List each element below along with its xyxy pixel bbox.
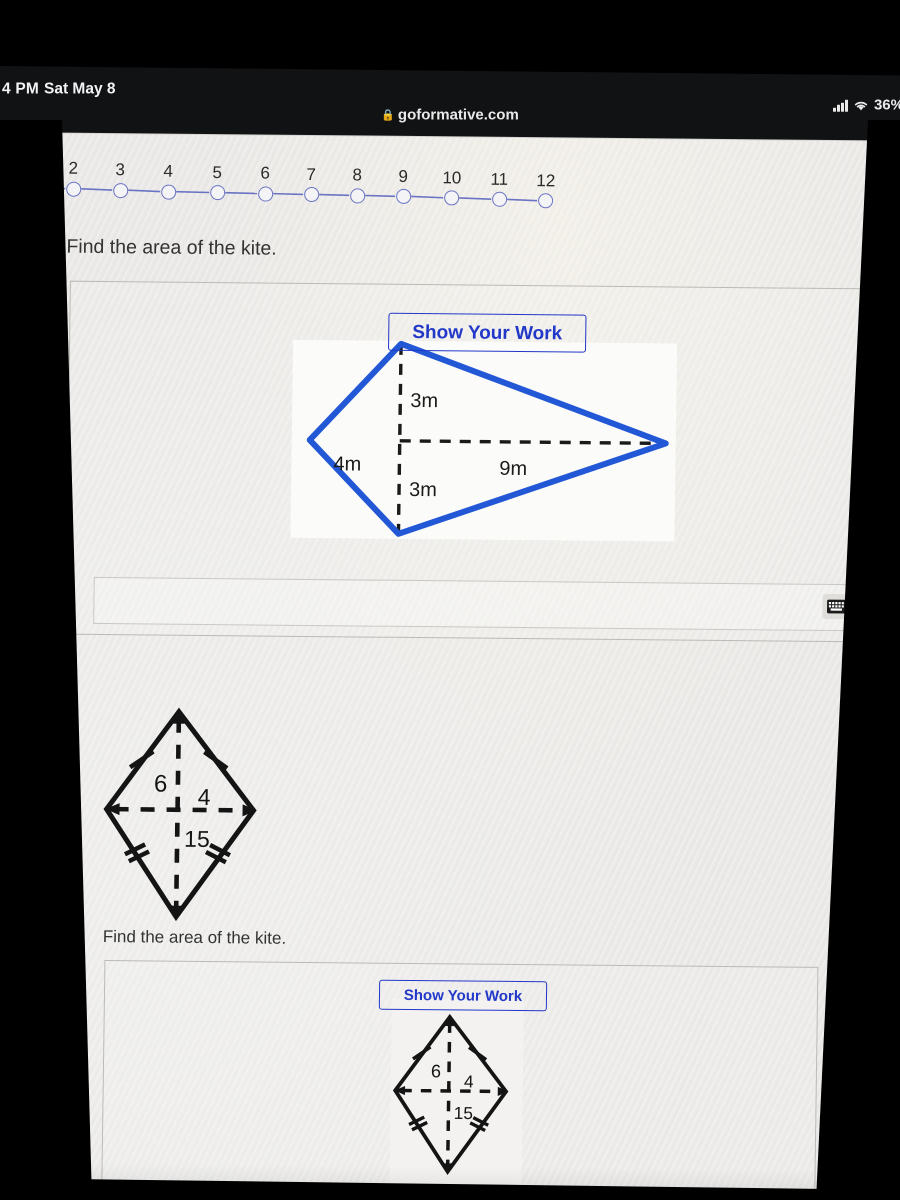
label-15: 15	[454, 1103, 474, 1123]
question-1-answer-field[interactable]	[93, 576, 864, 632]
label-6: 6	[154, 771, 168, 798]
cellular-signal-icon	[833, 99, 848, 112]
progress-number-2: 2	[68, 158, 79, 178]
wifi-icon	[853, 99, 869, 111]
question-2-figure-panel: 6 4 15	[389, 998, 524, 1191]
label-6: 6	[431, 1061, 441, 1081]
status-time: 4 PM	[2, 80, 39, 98]
progress-number-3: 3	[115, 160, 126, 180]
label-bottom-half: 3m	[409, 479, 437, 501]
question-progress-bar[interactable]: 123456789101112	[0, 145, 620, 213]
progress-dot-12[interactable]	[537, 193, 553, 209]
label-top-half: 3m	[410, 390, 438, 412]
progress-dot-6[interactable]	[257, 185, 273, 202]
show-your-work-button-2[interactable]: Show Your Work	[378, 979, 548, 1012]
progress-number-11: 11	[490, 169, 509, 189]
progress-dot-7[interactable]	[303, 186, 319, 203]
progress-number-6: 6	[260, 163, 271, 183]
battery-percent: 36%	[873, 96, 900, 114]
tablet-screen-photo: 4 PM Sat May 8 🔒goformative.com 36% 1	[0, 0, 900, 1200]
progress-dot-11[interactable]	[491, 191, 507, 207]
label-left-half: 4m	[333, 453, 361, 475]
progress-dot-10[interactable]	[443, 190, 459, 206]
progress-number-8: 8	[352, 165, 363, 185]
progress-number-5: 5	[212, 162, 223, 182]
label-4: 4	[198, 784, 211, 810]
progress-dot-5[interactable]	[209, 185, 225, 201]
kite-figure-black-small: 6 4 15	[392, 1013, 509, 1175]
progress-dot-4[interactable]	[160, 184, 176, 200]
kite-figure-blue: 3m 3m 4m 9m	[306, 340, 669, 537]
label-right-half: 9m	[499, 458, 527, 480]
question-1-prompt: Find the area of the kite.	[66, 235, 277, 260]
ios-status-bar: 4 PM Sat May 8 🔒 goformative.com 36%	[0, 66, 900, 144]
url-text: goformative.com	[397, 106, 519, 124]
status-date: Sat May 8	[44, 80, 116, 98]
label-4: 4	[464, 1071, 474, 1091]
progress-number-9: 9	[398, 166, 409, 186]
question-2-prompt: Find the area of the kite.	[102, 927, 287, 948]
progress-number-10: 10	[442, 167, 462, 187]
kite-figure-black-large: 6 4 15	[99, 706, 277, 923]
label-15: 15	[184, 826, 210, 852]
question-1-figure-panel: 3m 3m 4m 9m	[290, 339, 678, 542]
progress-number-12: 12	[536, 170, 556, 190]
progress-dot-3[interactable]	[112, 182, 128, 198]
progress-number-4: 4	[163, 161, 174, 181]
progress-dot-8[interactable]	[349, 187, 365, 204]
progress-dot-2[interactable]	[65, 181, 81, 197]
status-right-group: 36%	[833, 97, 900, 114]
progress-dot-9[interactable]	[395, 188, 411, 204]
browser-url[interactable]: 🔒 goformative.com	[0, 107, 900, 124]
lock-icon: 🔒	[381, 109, 395, 122]
web-page-content: 123456789101112 Find the area of the kit…	[0, 133, 900, 1200]
progress-number-7: 7	[306, 164, 317, 184]
show-your-work-button-1[interactable]: Show Your Work	[387, 312, 587, 353]
